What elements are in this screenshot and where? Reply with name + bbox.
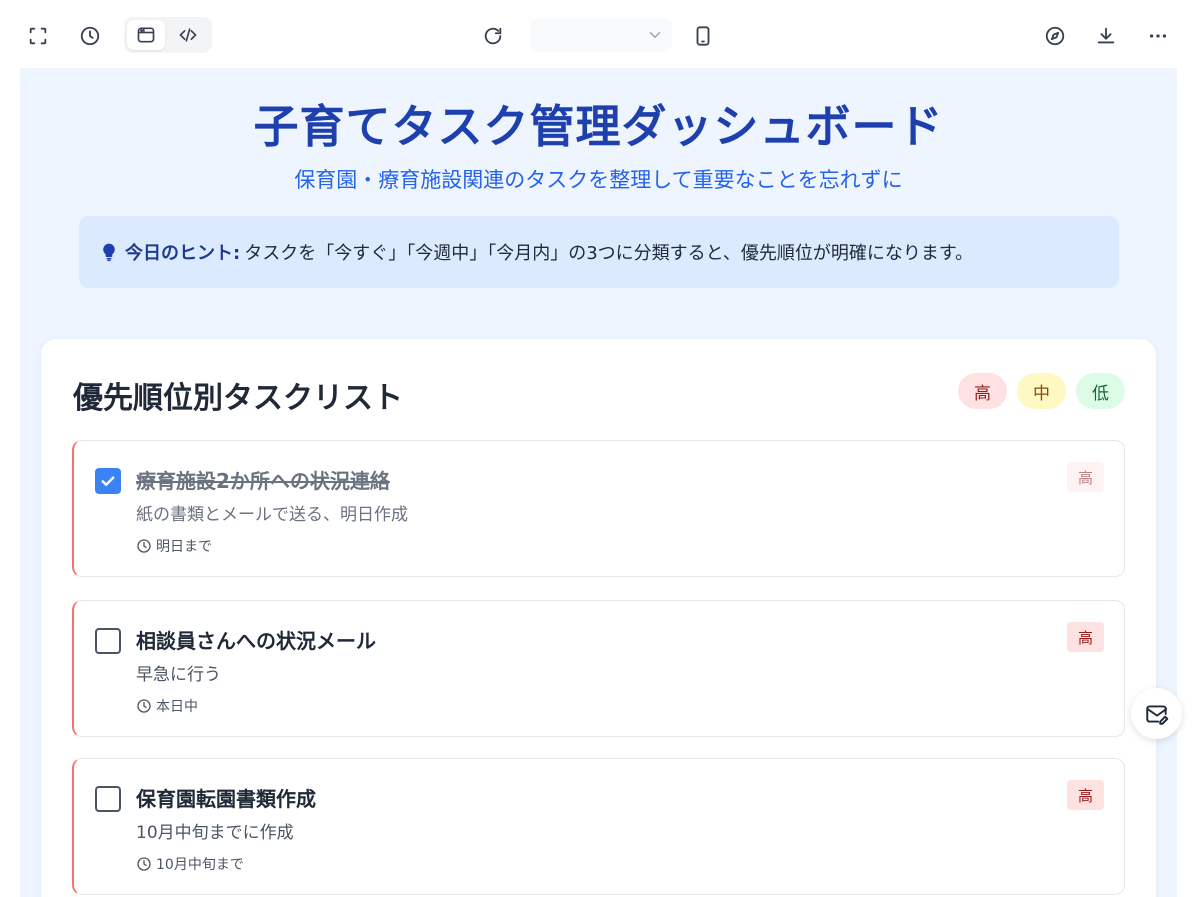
hint-box: 今日のヒント: タスクを「今すぐ」「今週中」「今月内」の3つに分類すると、優先順…	[79, 216, 1119, 288]
task-item[interactable]: 保育園転園書類作成 10月中旬までに作成 10月中旬まで 高	[72, 758, 1125, 895]
compass-icon	[1045, 26, 1065, 46]
check-icon	[101, 476, 115, 486]
code-icon	[179, 28, 197, 42]
clock-icon	[137, 699, 151, 713]
code-tab[interactable]	[169, 20, 207, 50]
preview-frame: 子育てタスク管理ダッシュボード 保育園・療育施設関連のタスクを整理して重要なこと…	[20, 68, 1177, 897]
lightbulb-icon	[103, 243, 115, 262]
task-item[interactable]: 療育施設2か所への状況連絡 紙の書類とメールで送る、明日作成 明日まで 高	[72, 440, 1125, 577]
more-button[interactable]	[1140, 18, 1176, 54]
task-checkbox[interactable]	[95, 468, 121, 494]
fullscreen-icon	[29, 27, 47, 45]
priority-badge: 高	[1067, 780, 1104, 810]
mobile-view-button[interactable]	[685, 18, 721, 54]
task-due-text: 本日中	[156, 699, 198, 715]
task-list-title: 優先順位別タスクリスト	[73, 381, 403, 416]
task-list-card: 優先順位別タスクリスト 高 中 低 療育施設2か所への状況連絡 紙の書類とメール…	[41, 339, 1156, 897]
view-toggle	[124, 17, 212, 53]
mobile-icon	[696, 26, 710, 46]
more-icon	[1149, 34, 1167, 38]
task-checkbox[interactable]	[95, 786, 121, 812]
legend-high[interactable]: 高	[958, 373, 1007, 409]
task-due: 10月中旬まで	[136, 854, 244, 874]
page-subtitle: 保育園・療育施設関連のタスクを整理して重要なことを忘れずに	[294, 168, 903, 192]
history-icon	[80, 26, 100, 46]
feedback-button[interactable]	[1131, 688, 1182, 739]
task-checkbox[interactable]	[95, 628, 121, 654]
page-title: 子育てタスク管理ダッシュボード	[253, 100, 944, 153]
refresh-icon	[484, 27, 502, 45]
hint-text: タスクを「今すぐ」「今週中」「今月内」の3つに分類すると、優先順位が明確になりま…	[244, 243, 974, 264]
priority-badge: 高	[1067, 462, 1104, 492]
url-select[interactable]	[530, 18, 672, 52]
task-title: 相談員さんへの状況メール	[136, 629, 376, 653]
task-description: 早急に行う	[136, 665, 221, 685]
chevron-down-icon	[649, 32, 661, 39]
legend-low[interactable]: 低	[1076, 373, 1125, 409]
compass-button[interactable]	[1037, 18, 1073, 54]
hint-label: 今日のヒント:	[125, 243, 241, 264]
legend-mid[interactable]: 中	[1017, 373, 1066, 409]
task-item[interactable]: 相談員さんへの状況メール 早急に行う 本日中 高	[72, 600, 1125, 737]
mail-edit-icon	[1145, 704, 1168, 725]
download-icon	[1097, 27, 1115, 44]
clock-icon	[137, 857, 151, 871]
clock-icon	[137, 539, 151, 553]
task-due-text: 明日まで	[156, 539, 212, 555]
task-due: 明日まで	[136, 536, 212, 556]
toolbar	[0, 0, 1200, 70]
task-title: 保育園転園書類作成	[136, 787, 316, 811]
task-due-text: 10月中旬まで	[156, 857, 244, 873]
preview-icon	[137, 27, 155, 43]
preview-tab[interactable]	[127, 20, 165, 50]
task-due: 本日中	[136, 696, 198, 716]
priority-legend: 高 中 低	[958, 373, 1125, 409]
fullscreen-button[interactable]	[20, 18, 56, 54]
task-description: 紙の書類とメールで送る、明日作成	[136, 505, 408, 525]
refresh-button[interactable]	[475, 18, 511, 54]
task-title: 療育施設2か所への状況連絡	[136, 469, 390, 493]
priority-badge: 高	[1067, 622, 1104, 652]
task-description: 10月中旬までに作成	[136, 823, 294, 843]
history-button[interactable]	[72, 18, 108, 54]
download-button[interactable]	[1088, 18, 1124, 54]
